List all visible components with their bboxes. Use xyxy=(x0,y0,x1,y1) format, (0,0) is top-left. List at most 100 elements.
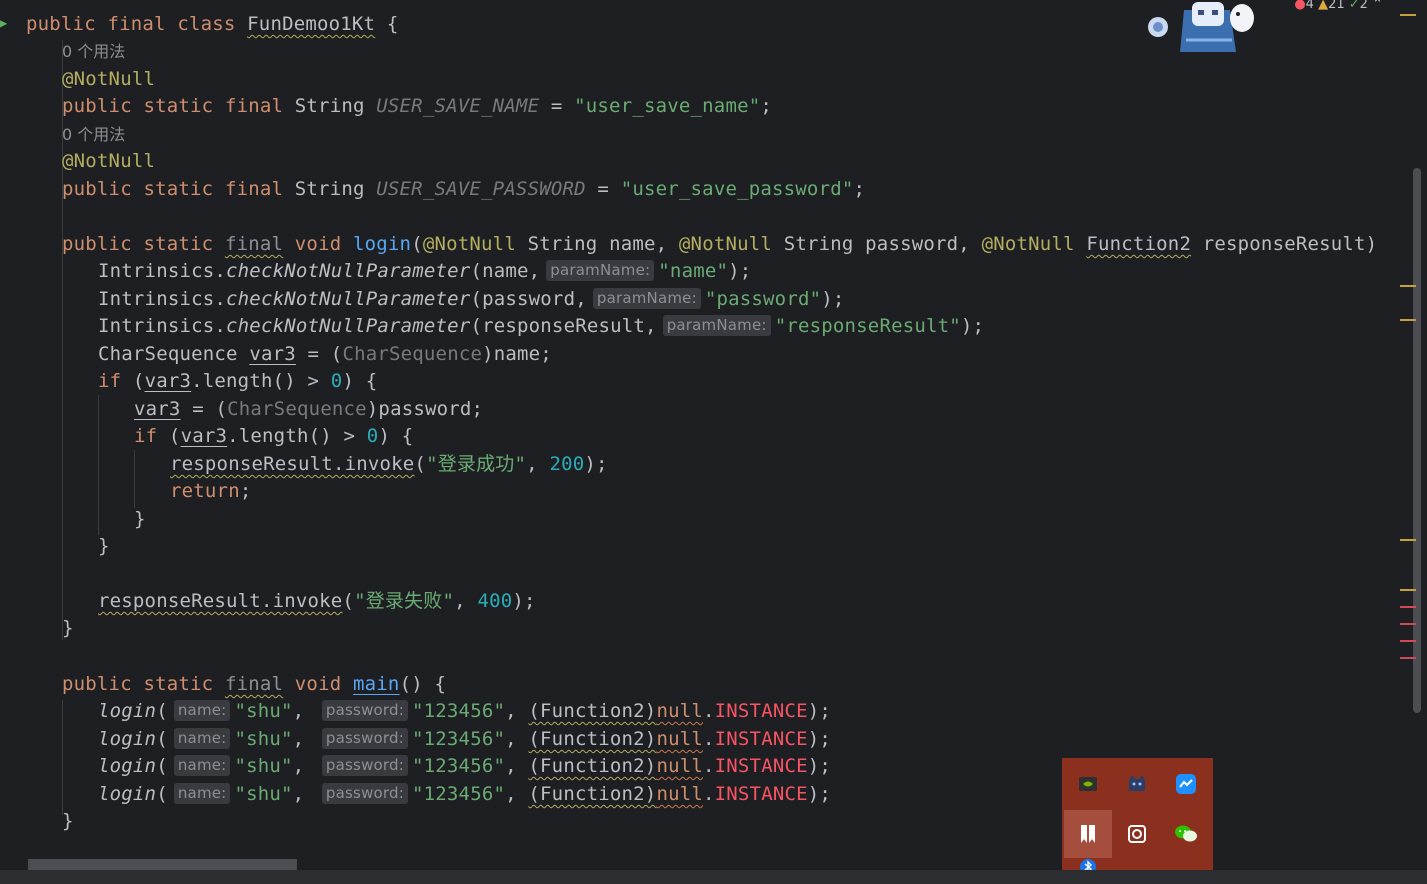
return-statement: return; xyxy=(170,478,251,505)
semicolon: ; xyxy=(853,178,866,200)
pin-app-icon[interactable] xyxy=(1064,810,1112,858)
cast[interactable]: (Function2) xyxy=(528,755,656,777)
weak-warning-count: 2 xyxy=(1359,0,1368,12)
paren: ( xyxy=(156,783,168,805)
invoke-call[interactable]: responseResult.invoke xyxy=(98,590,342,612)
method-name[interactable]: main xyxy=(353,673,400,695)
rest: )name; xyxy=(482,343,552,365)
nvidia-icon[interactable] xyxy=(1064,760,1112,808)
warning-marker[interactable] xyxy=(1400,539,1416,541)
cast[interactable]: (Function2) xyxy=(528,700,656,722)
return-keyword: return xyxy=(170,480,240,502)
null-keyword[interactable]: null xyxy=(656,700,703,722)
modifiers: public static xyxy=(62,233,214,255)
number: 0 xyxy=(330,370,343,392)
method-name[interactable]: login xyxy=(98,783,156,805)
param-hint: paramName: xyxy=(592,288,701,309)
cast[interactable]: (Function2) xyxy=(528,783,656,805)
number: 0 xyxy=(366,425,379,447)
invoke-call[interactable]: responseResult.invoke xyxy=(170,453,414,475)
string-literal: "responseResult" xyxy=(774,315,961,337)
dot: . xyxy=(703,700,715,722)
cast[interactable]: (Function2) xyxy=(528,728,656,750)
method-name[interactable]: checkNotNullParameter xyxy=(226,315,470,337)
inspection-widget[interactable]: ●4 ▲21 ✓2 ⌃ xyxy=(1294,0,1383,14)
null-keyword[interactable]: null xyxy=(656,783,703,805)
assignment: var3 = (CharSequence)password; xyxy=(134,396,483,423)
comma: , xyxy=(505,728,517,750)
param-hint: name: xyxy=(173,700,231,721)
check-call: Intrinsics.checkNotNullParameter(respons… xyxy=(98,313,984,340)
warning-icon: ▲ xyxy=(1318,0,1329,12)
instance-ref[interactable]: INSTANCE xyxy=(715,783,808,805)
usage-hint[interactable]: 0 个用法 xyxy=(62,124,125,146)
string-literal: "shu" xyxy=(234,728,293,750)
chat-app-icon[interactable] xyxy=(1162,760,1210,808)
field-name[interactable]: USER_SAVE_PASSWORD xyxy=(376,178,586,200)
warning-marker[interactable] xyxy=(1400,285,1416,287)
instance-ref[interactable]: INSTANCE xyxy=(715,700,808,722)
run-gutter-icon[interactable]: ▶ xyxy=(0,16,7,30)
cat-app-icon[interactable] xyxy=(1113,760,1161,808)
arg: (responseResult, xyxy=(470,315,657,337)
comma: , xyxy=(292,700,305,722)
error-stripe[interactable] xyxy=(1400,0,1427,870)
null-keyword[interactable]: null xyxy=(656,755,703,777)
class-name[interactable]: FunDemoo1Kt xyxy=(247,13,375,35)
instance-ref[interactable]: INSTANCE xyxy=(715,728,808,750)
method-name[interactable]: login xyxy=(98,700,156,722)
variable[interactable]: var3 xyxy=(134,398,181,420)
login-call: login(name: "shu", password: "123456", (Fu… xyxy=(98,781,831,808)
error-marker[interactable] xyxy=(1400,640,1416,642)
final-keyword[interactable]: final xyxy=(225,673,283,695)
param: String password, xyxy=(783,233,982,255)
usage-hint[interactable]: 0 个用法 xyxy=(62,41,125,63)
type: String xyxy=(283,178,377,200)
instance-ref[interactable]: INSTANCE xyxy=(715,755,808,777)
method-name[interactable]: checkNotNullParameter xyxy=(226,260,470,282)
keyword: class xyxy=(177,13,236,35)
close-brace: } xyxy=(62,617,74,639)
param-hint: paramName: xyxy=(662,315,771,336)
type: CharSequence xyxy=(98,343,250,365)
error-marker[interactable] xyxy=(1400,606,1416,608)
end: ); xyxy=(807,783,832,805)
field-name[interactable]: USER_SAVE_NAME xyxy=(376,95,539,117)
login-call: login(name: "shu", password: "123456", (Fu… xyxy=(98,753,831,780)
variable[interactable]: var3 xyxy=(249,343,296,365)
method-name[interactable]: login xyxy=(98,728,156,750)
comma: , xyxy=(454,590,478,612)
variable[interactable]: var3 xyxy=(145,370,192,392)
param-type[interactable]: Function2 xyxy=(1086,233,1191,255)
method-name[interactable]: checkNotNullParameter xyxy=(226,288,470,310)
method-name[interactable]: login xyxy=(353,233,411,255)
comma: , xyxy=(292,728,305,750)
warning-marker[interactable] xyxy=(1400,14,1416,16)
main-signature: public static final void main() { xyxy=(62,671,446,698)
method-name[interactable]: login xyxy=(98,755,156,777)
end: ); xyxy=(584,453,608,475)
final-keyword[interactable]: final xyxy=(225,233,283,255)
warning-marker[interactable] xyxy=(1400,319,1416,321)
end: ); xyxy=(512,590,536,612)
paren: ( xyxy=(121,370,145,392)
wechat-icon[interactable] xyxy=(1162,810,1210,858)
error-marker[interactable] xyxy=(1400,657,1416,659)
code-editor[interactable]: ▶ public final class FunDemoo1Kt { 0 个用法… xyxy=(0,0,1411,870)
void-keyword: void xyxy=(294,233,342,255)
variable[interactable]: var3 xyxy=(181,425,228,447)
param-hint: password: xyxy=(321,700,408,721)
field-user-save-password: public static final String USER_SAVE_PAS… xyxy=(62,176,865,203)
null-keyword[interactable]: null xyxy=(656,728,703,750)
horizontal-scrollbar[interactable] xyxy=(28,859,297,870)
warning-marker[interactable] xyxy=(1400,589,1416,591)
string-literal: "user_save_name" xyxy=(574,95,761,117)
screenshot-app-icon[interactable] xyxy=(1113,810,1161,858)
operator: = xyxy=(539,95,575,117)
error-marker[interactable] xyxy=(1400,623,1416,625)
chevron-up-icon[interactable]: ⌃ xyxy=(1372,0,1383,12)
cast-type: CharSequence xyxy=(342,343,483,365)
vertical-scrollbar[interactable] xyxy=(1413,168,1421,713)
param: responseResult) xyxy=(1191,233,1378,255)
check-call: Intrinsics.checkNotNullParameter(name, pa… xyxy=(98,258,751,285)
